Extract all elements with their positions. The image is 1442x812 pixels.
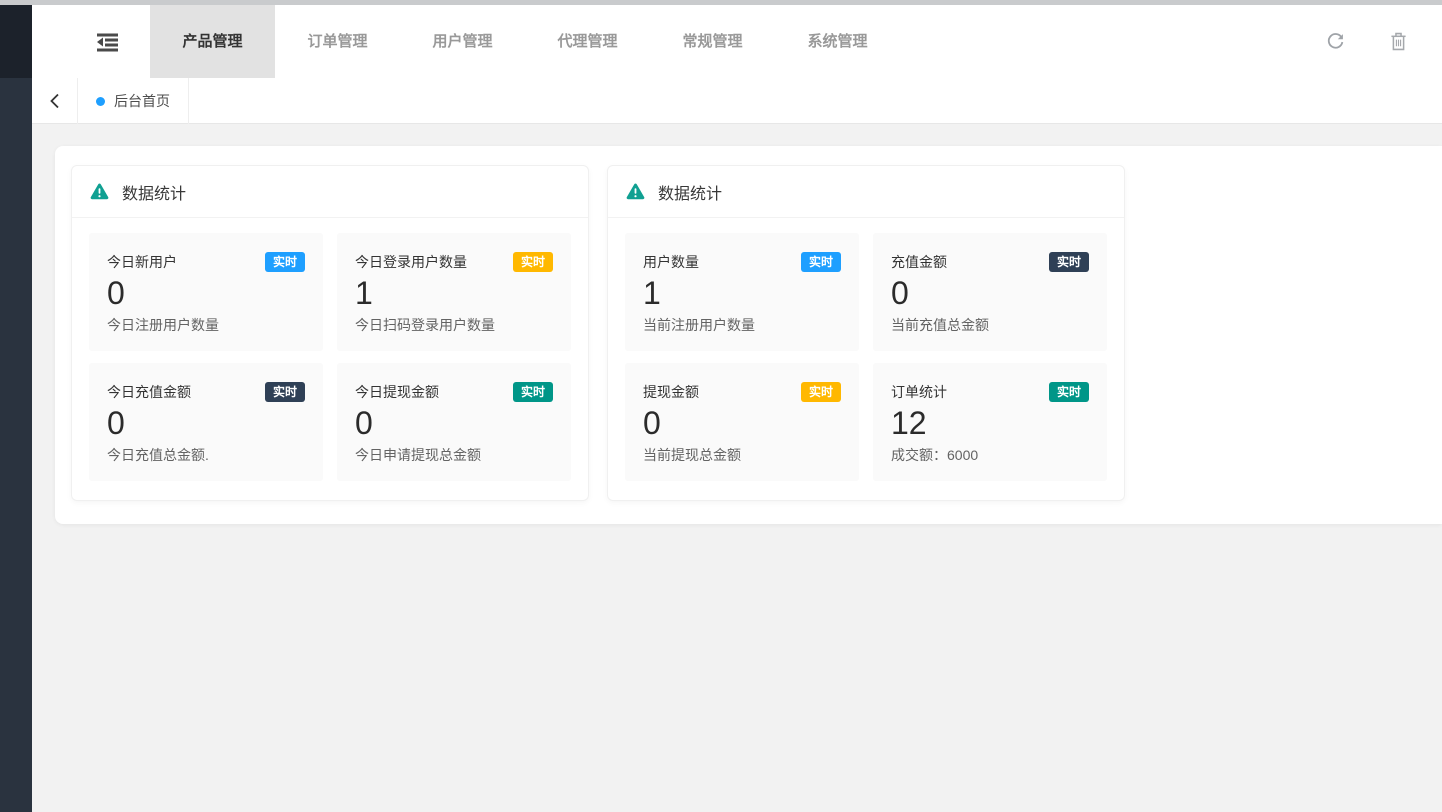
refresh-icon: [1326, 32, 1345, 51]
realtime-badge: 实时: [265, 382, 305, 402]
active-tab-dot: [96, 97, 105, 106]
panel-header: 数据统计: [608, 166, 1124, 218]
sidebar-rail-top: [0, 5, 32, 78]
stat-card-today-recharge: 今日充值金额 实时 0 今日充值总金额.: [89, 363, 323, 481]
stat-value: 12: [891, 405, 1089, 442]
stat-card-today-new-users: 今日新用户 实时 0 今日注册用户数量: [89, 233, 323, 351]
stat-label: 今日充值金额: [107, 382, 191, 402]
stat-value: 0: [355, 405, 553, 442]
nav-item-system-management[interactable]: 系统管理: [775, 5, 900, 78]
stat-label: 今日新用户: [107, 252, 177, 272]
stat-card-today-login-users: 今日登录用户数量 实时 1 今日扫码登录用户数量: [337, 233, 571, 351]
header: 产品管理 订单管理 用户管理 代理管理 常规管理 系统管理: [32, 5, 1442, 78]
stat-label: 提现金额: [643, 382, 699, 402]
realtime-badge: 实时: [1049, 252, 1089, 272]
sidebar-rail: [0, 5, 32, 812]
stat-desc: 今日充值总金额.: [107, 445, 305, 465]
refresh-button[interactable]: [1315, 5, 1355, 78]
panel-title: 数据统计: [122, 180, 186, 204]
stat-desc: 今日申请提现总金额: [355, 445, 553, 465]
warning-triangle-icon: [626, 183, 645, 200]
stats-panel-total: 数据统计 用户数量 实时 1 当前注册用户数量 充值金额: [607, 165, 1125, 501]
nav-item-general-management[interactable]: 常规管理: [650, 5, 775, 78]
stat-desc: 成交额：6000: [891, 445, 1089, 465]
stat-value: 0: [891, 275, 1089, 312]
nav-item-user-management[interactable]: 用户管理: [400, 5, 525, 78]
delete-button[interactable]: [1378, 5, 1418, 78]
realtime-badge: 实时: [513, 382, 553, 402]
realtime-badge: 实时: [1049, 382, 1089, 402]
warning-triangle-icon: [90, 183, 109, 200]
realtime-badge: 实时: [801, 382, 841, 402]
trash-icon: [1390, 32, 1407, 51]
realtime-badge: 实时: [801, 252, 841, 272]
stat-card-order-stats: 订单统计 实时 12 成交额：6000: [873, 363, 1107, 481]
stat-card-today-withdraw: 今日提现金额 实时 0 今日申请提现总金额: [337, 363, 571, 481]
panel-body: 用户数量 实时 1 当前注册用户数量 充值金额 实时 0 当前充值总金额: [608, 218, 1124, 500]
stat-card-user-count: 用户数量 实时 1 当前注册用户数量: [625, 233, 859, 351]
realtime-badge: 实时: [513, 252, 553, 272]
panel-body: 今日新用户 实时 0 今日注册用户数量 今日登录用户数量 实时 1 今日扫码登录…: [72, 218, 588, 500]
stat-label: 充值金额: [891, 252, 947, 272]
top-strip: [0, 0, 1442, 5]
content-area: 数据统计 今日新用户 实时 0 今日注册用户数量 今日登录用户数量: [32, 125, 1442, 812]
stat-card-recharge-amount: 充值金额 实时 0 当前充值总金额: [873, 233, 1107, 351]
nav-item-product-management[interactable]: 产品管理: [150, 5, 275, 78]
stat-desc: 今日注册用户数量: [107, 315, 305, 335]
content-card: 数据统计 今日新用户 实时 0 今日注册用户数量 今日登录用户数量: [55, 146, 1442, 524]
collapse-sidebar-button[interactable]: [85, 5, 129, 78]
panels-row: 数据统计 今日新用户 实时 0 今日注册用户数量 今日登录用户数量: [71, 165, 1426, 501]
chevron-left-icon: [49, 93, 60, 109]
stat-value: 0: [643, 405, 841, 442]
stat-desc: 今日扫码登录用户数量: [355, 315, 553, 335]
stat-desc: 当前充值总金额: [891, 315, 1089, 335]
stat-desc: 当前提现总金额: [643, 445, 841, 465]
stat-label: 今日登录用户数量: [355, 252, 467, 272]
panel-header: 数据统计: [72, 166, 588, 218]
stat-label: 用户数量: [643, 252, 699, 272]
stat-card-withdraw-amount: 提现金额 实时 0 当前提现总金额: [625, 363, 859, 481]
collapse-menu-icon: [94, 32, 120, 52]
tab-label: 后台首页: [114, 91, 170, 111]
tabs-scroll-left-button[interactable]: [32, 78, 78, 124]
stat-label: 订单统计: [891, 382, 947, 402]
stat-label: 今日提现金额: [355, 382, 439, 402]
stats-panel-today: 数据统计 今日新用户 实时 0 今日注册用户数量 今日登录用户数量: [71, 165, 589, 501]
nav-item-agent-management[interactable]: 代理管理: [525, 5, 650, 78]
stat-value: 1: [643, 275, 841, 312]
tab-backend-home[interactable]: 后台首页: [78, 78, 189, 124]
realtime-badge: 实时: [265, 252, 305, 272]
stat-value: 0: [107, 275, 305, 312]
stat-value: 0: [107, 405, 305, 442]
tab-bar: 后台首页: [32, 78, 1442, 124]
stat-desc: 当前注册用户数量: [643, 315, 841, 335]
panel-title: 数据统计: [658, 180, 722, 204]
nav-item-order-management[interactable]: 订单管理: [275, 5, 400, 78]
stat-value: 1: [355, 275, 553, 312]
main-nav: 产品管理 订单管理 用户管理 代理管理 常规管理 系统管理: [150, 5, 900, 78]
header-actions: [1315, 5, 1418, 78]
